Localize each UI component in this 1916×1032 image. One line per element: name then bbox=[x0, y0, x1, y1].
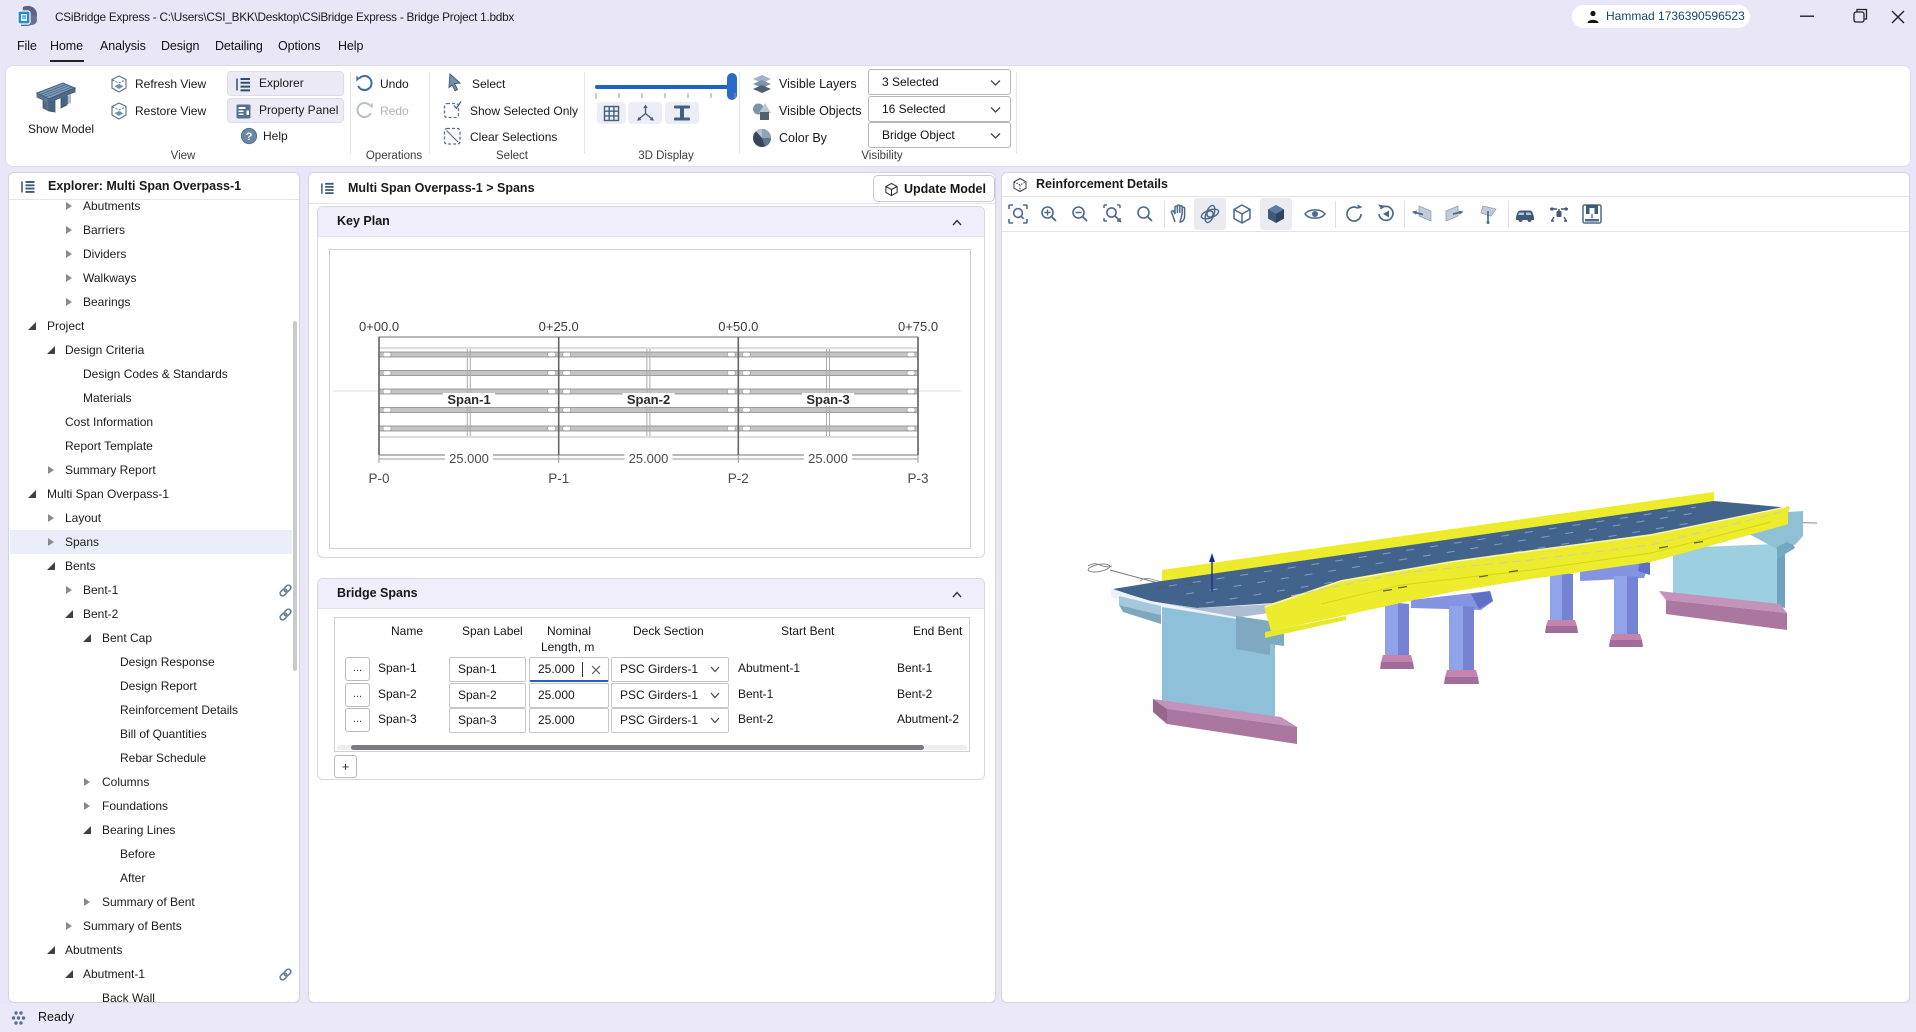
svg-text:Span-1: Span-1 bbox=[447, 392, 490, 407]
svg-text:25.000: 25.000 bbox=[449, 451, 489, 466]
svg-text:P-3: P-3 bbox=[907, 471, 928, 486]
svg-text:25.000: 25.000 bbox=[808, 451, 848, 466]
svg-text:0+50.0: 0+50.0 bbox=[718, 319, 758, 334]
svg-text:0+00.0: 0+00.0 bbox=[359, 319, 399, 334]
svg-text:Span-2: Span-2 bbox=[627, 392, 670, 407]
svg-text:?: ? bbox=[246, 131, 253, 143]
svg-text:P-0: P-0 bbox=[368, 471, 389, 486]
svg-text:0+75.0: 0+75.0 bbox=[898, 319, 938, 334]
svg-text:P-1: P-1 bbox=[548, 471, 569, 486]
svg-text:Span-3: Span-3 bbox=[806, 392, 849, 407]
svg-text:25.000: 25.000 bbox=[629, 451, 669, 466]
svg-text:P-2: P-2 bbox=[728, 471, 749, 486]
svg-text:0+25.0: 0+25.0 bbox=[539, 319, 579, 334]
